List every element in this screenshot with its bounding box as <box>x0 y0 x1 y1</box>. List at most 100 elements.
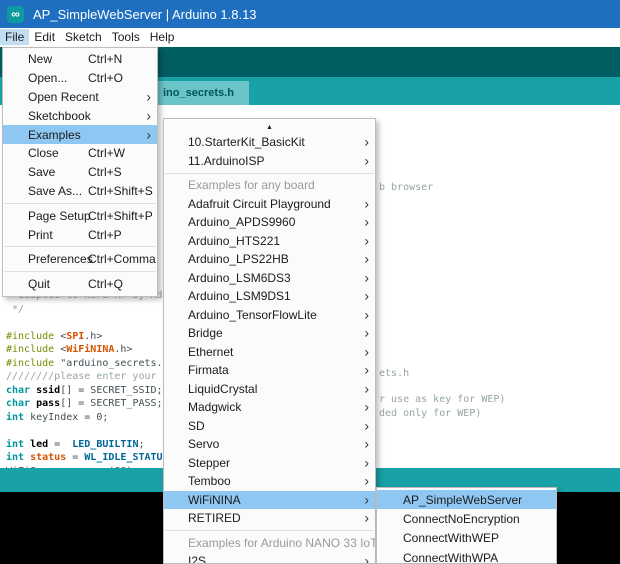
menu-item-label: 10.StarterKit_BasicKit <box>188 135 305 149</box>
scroll-up-icon[interactable]: ▲ <box>164 121 375 133</box>
menu-item-open-recent[interactable]: Open Recent › <box>3 88 157 107</box>
menu-item-label: Save <box>28 165 55 179</box>
menu-item-label: Arduino_HTS221 <box>188 234 280 248</box>
menu-item-label: ConnectWithWEP <box>403 531 499 545</box>
editor-code[interactable]: adapted to WiFi AP by Adafr */#include <… <box>6 289 187 478</box>
menu-item-label: Page Setup <box>28 209 91 223</box>
submenu-arrow-icon: › <box>364 270 369 284</box>
code-line <box>6 424 187 438</box>
menu-item-label: Arduino_LSM6DS3 <box>188 271 291 285</box>
menu-item-preferences[interactable]: Preferences Ctrl+Comma <box>3 250 157 269</box>
menu-item-label: Sketchbook <box>28 109 91 123</box>
code-fragment: r use as key for WEP) <box>379 394 505 405</box>
menu-item-new[interactable]: New Ctrl+N <box>3 50 157 69</box>
menu-item-shortcut: Ctrl+P <box>88 228 122 242</box>
submenu-arrow-icon: › <box>364 418 369 432</box>
menu-item-sd[interactable]: SD › <box>164 417 375 436</box>
submenu-arrow-icon: › <box>364 492 369 506</box>
submenu-arrow-icon: › <box>364 326 369 340</box>
menubar-item-sketch[interactable]: Sketch <box>60 29 107 45</box>
menu-item-madgwick[interactable]: Madgwick › <box>164 398 375 417</box>
menu-item-11-arduinoisp[interactable]: 11.ArduinoISP › <box>164 152 375 171</box>
submenu-arrow-icon: › <box>364 474 369 488</box>
menu-item-label: SD <box>188 419 205 433</box>
menu-item-label: Servo <box>188 437 219 451</box>
wifinina-submenu: AP_SimpleWebServer ConnectNoEncryption C… <box>376 487 557 564</box>
menu-item-label: Arduino_APDS9960 <box>188 215 295 229</box>
code-fragment: ded only for WEP) <box>379 408 481 419</box>
menu-item-label: Print <box>28 228 53 242</box>
menubar-item-edit[interactable]: Edit <box>29 29 60 45</box>
menu-item-arduino-apds9960[interactable]: Arduino_APDS9960 › <box>164 213 375 232</box>
menu-item-10-starterkit-basickit[interactable]: 10.StarterKit_BasicKit › <box>164 133 375 152</box>
menu-item-temboo[interactable]: Temboo › <box>164 472 375 491</box>
tab-arduino-secrets[interactable]: ino_secrets.h <box>155 81 249 105</box>
menu-item-quit[interactable]: Quit Ctrl+Q <box>3 275 157 294</box>
menu-item-bridge[interactable]: Bridge › <box>164 324 375 343</box>
menu-item-label: Open Recent <box>28 90 99 104</box>
submenu-arrow-icon: › <box>364 233 369 247</box>
menu-item-ap-simplewebserver[interactable]: AP_SimpleWebServer <box>377 490 556 509</box>
menu-item-ethernet[interactable]: Ethernet › <box>164 343 375 362</box>
code-line: #include <SPI.h> <box>6 330 187 344</box>
file-menu: New Ctrl+N Open... Ctrl+O Open Recent › … <box>2 47 158 297</box>
menu-item-firmata[interactable]: Firmata › <box>164 361 375 380</box>
menu-item-stepper[interactable]: Stepper › <box>164 454 375 473</box>
menu-item-print[interactable]: Print Ctrl+P <box>3 225 157 244</box>
menu-item-label: Preferences <box>28 252 93 266</box>
menu-item-label: Temboo <box>188 474 231 488</box>
menu-item-label: 11.ArduinoISP <box>188 154 265 168</box>
menu-item-wifinina[interactable]: WiFiNINA › <box>164 491 375 510</box>
menu-item-sketchbook[interactable]: Sketchbook › <box>3 106 157 125</box>
menu-item-label: LiquidCrystal <box>188 382 257 396</box>
menu-item-arduino-hts221[interactable]: Arduino_HTS221 › <box>164 232 375 251</box>
examples-menu-items: 10.StarterKit_BasicKit › 11.ArduinoISP ›… <box>164 133 375 564</box>
menubar-item-file[interactable]: File <box>0 29 29 45</box>
code-line: #include <WiFiNINA.h> <box>6 343 187 357</box>
menu-item-label: Save As... <box>28 184 82 198</box>
menu-item-label: Arduino_LSM9DS1 <box>188 289 291 303</box>
menu-item-label: Madgwick <box>188 400 241 414</box>
menu-item-page-setup[interactable]: Page Setup Ctrl+Shift+P <box>3 206 157 225</box>
menu-item-label: WiFiNINA <box>188 493 241 507</box>
menu-item-shortcut: Ctrl+Q <box>88 277 123 291</box>
menu-item-connectwithwpa[interactable]: ConnectWithWPA <box>377 548 556 564</box>
menu-item-label: ConnectWithWPA <box>403 551 498 564</box>
menu-item-arduino-lsm6ds3[interactable]: Arduino_LSM6DS3 › <box>164 269 375 288</box>
menu-separator <box>4 203 156 204</box>
menu-item-label: New <box>28 52 52 66</box>
menu-item-retired[interactable]: RETIRED › <box>164 509 375 528</box>
examples-submenu: ▲ 10.StarterKit_BasicKit › 11.ArduinoISP… <box>163 118 376 564</box>
code-fragment: ets.h <box>379 368 409 379</box>
menu-item-arduino-lsm9ds1[interactable]: Arduino_LSM9DS1 › <box>164 287 375 306</box>
submenu-arrow-icon: › <box>146 109 151 123</box>
menu-item-arduino-lps22hb[interactable]: Arduino_LPS22HB › <box>164 250 375 269</box>
menu-item-adafruit-circuit-playground[interactable]: Adafruit Circuit Playground › <box>164 195 375 214</box>
menu-item-i2s[interactable]: I2S › <box>164 552 375 564</box>
menu-item-shortcut: Ctrl+N <box>88 52 122 66</box>
submenu-arrow-icon: › <box>364 196 369 210</box>
menu-item-shortcut: Ctrl+S <box>88 165 122 179</box>
menu-item-shortcut: Ctrl+W <box>88 146 125 160</box>
menu-item-label: Examples for any board <box>188 178 315 192</box>
menu-item-examples[interactable]: Examples › <box>3 125 157 144</box>
menu-separator <box>4 271 156 272</box>
menu-item-servo[interactable]: Servo › <box>164 435 375 454</box>
menu-item-close[interactable]: Close Ctrl+W <box>3 144 157 163</box>
menu-item-connectwithwep[interactable]: ConnectWithWEP <box>377 529 556 548</box>
menu-item-save[interactable]: Save Ctrl+S <box>3 163 157 182</box>
window-title: AP_SimpleWebServer | Arduino 1.8.13 <box>33 7 257 22</box>
menubar-item-help[interactable]: Help <box>145 29 180 45</box>
submenu-arrow-icon: › <box>364 135 369 149</box>
menu-item-connectnoencryption[interactable]: ConnectNoEncryption <box>377 509 556 528</box>
arduino-logo-icon: ∞ <box>7 6 24 23</box>
submenu-arrow-icon: › <box>364 400 369 414</box>
menu-item-liquidcrystal[interactable]: LiquidCrystal › <box>164 380 375 399</box>
menu-item-open[interactable]: Open... Ctrl+O <box>3 69 157 88</box>
menubar-item-tools[interactable]: Tools <box>107 29 145 45</box>
menu-item-label: Examples <box>28 128 81 142</box>
menu-item-arduino-tensorflowlite[interactable]: Arduino_TensorFlowLite › <box>164 306 375 325</box>
menu-item-save-as[interactable]: Save As... Ctrl+Shift+S <box>3 182 157 201</box>
code-line: char pass[] = SECRET_PASS; <box>6 397 187 411</box>
code-line <box>6 316 187 330</box>
